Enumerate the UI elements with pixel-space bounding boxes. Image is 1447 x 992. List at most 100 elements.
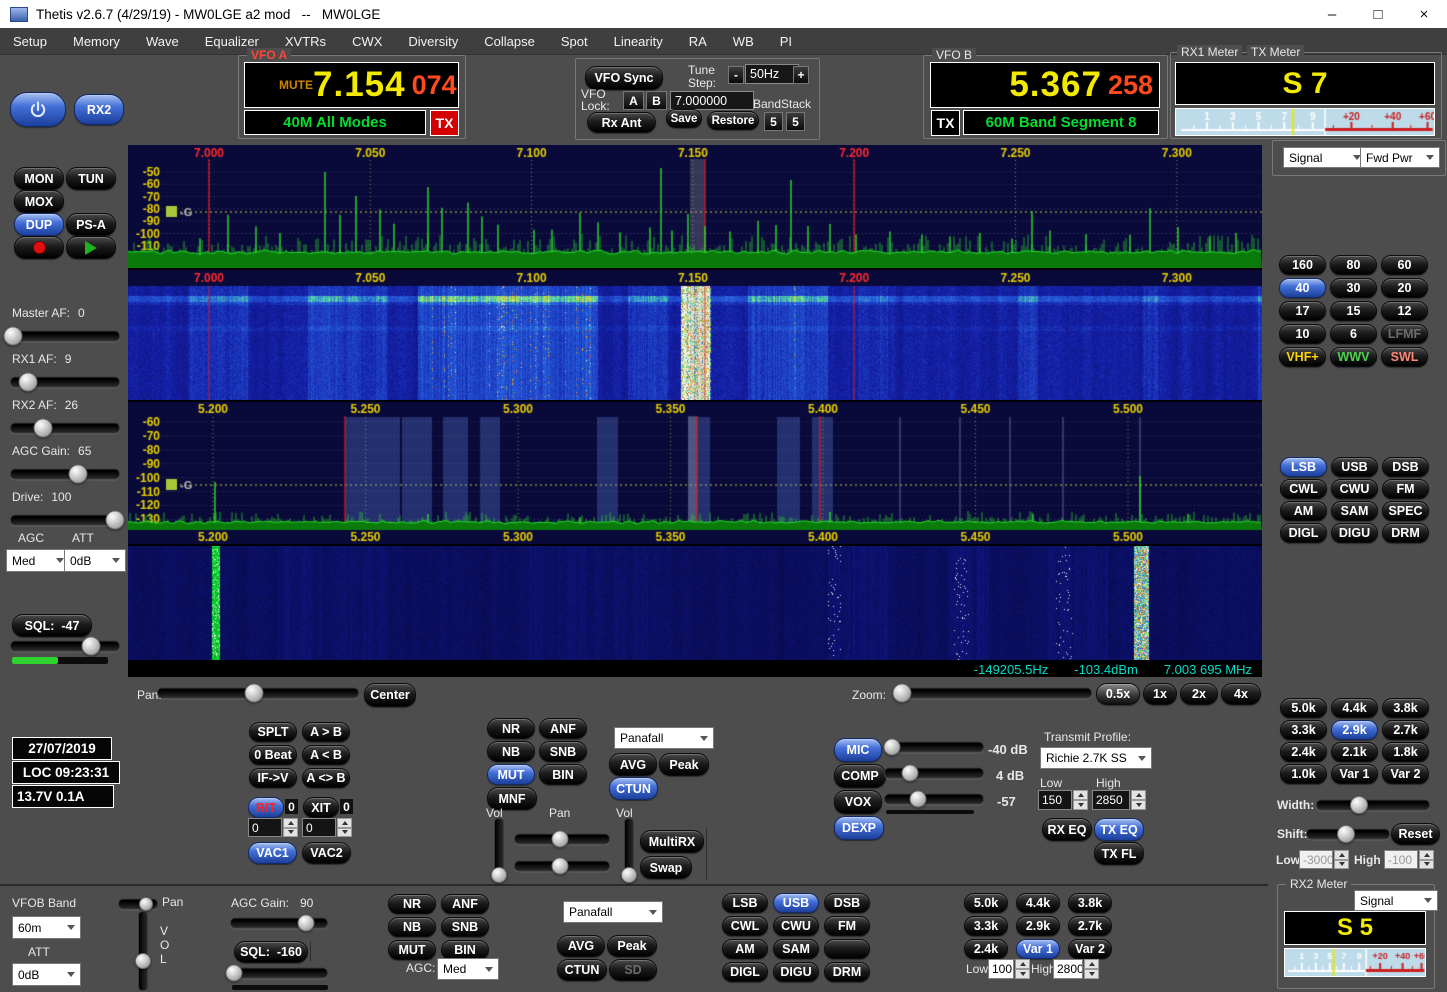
- band-button-17[interactable]: 17: [1279, 301, 1326, 321]
- dsp2-button-nr[interactable]: NR: [388, 894, 436, 914]
- dsp1-button-mut[interactable]: MUT: [487, 764, 535, 785]
- comp-slider[interactable]: [884, 765, 984, 781]
- rx2-power-button[interactable]: RX2: [74, 94, 124, 125]
- xit-button[interactable]: XIT: [303, 797, 339, 818]
- rx1-waterfall[interactable]: [128, 270, 1262, 400]
- menu-item-xvtrs[interactable]: XVTRs: [272, 34, 339, 49]
- rx2-panadapter[interactable]: [128, 402, 1262, 544]
- xit-spinner[interactable]: 0: [302, 818, 352, 837]
- rit-spinner[interactable]: 0: [248, 818, 298, 837]
- menu-item-pi[interactable]: PI: [767, 34, 805, 49]
- dsp2-button-bin[interactable]: BIN: [441, 940, 489, 960]
- agc-select[interactable]: Med: [6, 549, 70, 572]
- tx-high-spinner[interactable]: 2850: [1092, 790, 1146, 810]
- pan-slider[interactable]: [157, 685, 359, 701]
- mode-button-spec[interactable]: SPEC: [1382, 501, 1429, 521]
- play-button[interactable]: [66, 236, 116, 259]
- rit-button[interactable]: RIT: [248, 797, 284, 818]
- rx1-pan-balance-slider-thumb[interactable]: [552, 831, 569, 848]
- psa-button[interactable]: PS-A: [66, 213, 116, 236]
- spinner-arrows-icon[interactable]: [1334, 850, 1349, 869]
- rx1-vol-slider[interactable]: [491, 818, 507, 880]
- rx-eq-button[interactable]: RX EQ: [1042, 818, 1092, 841]
- rx2-vol-slider-thumb[interactable]: [621, 867, 637, 883]
- filter-button-1.8k[interactable]: 1.8k: [1382, 742, 1429, 762]
- filter-button-2.4k[interactable]: 2.4k: [1280, 742, 1327, 762]
- dexp-button[interactable]: DEXP: [834, 816, 884, 840]
- mode-button-cwu[interactable]: CWU: [1331, 479, 1378, 499]
- rx2-low-spinner[interactable]: 100: [988, 959, 1030, 979]
- dsp1-button-snb[interactable]: SNB: [539, 741, 587, 762]
- bandstack-count[interactable]: 5: [764, 112, 783, 131]
- close-button[interactable]: ×: [1401, 0, 1447, 28]
- rx2-high-spinner[interactable]: 2800: [1053, 959, 1099, 979]
- mode-button-cwl[interactable]: CWL: [1280, 479, 1327, 499]
- comp-slider-thumb[interactable]: [902, 765, 919, 782]
- width-slider-thumb[interactable]: [1350, 796, 1368, 814]
- pan-slider-thumb[interactable]: [244, 684, 263, 703]
- vac2-button[interactable]: VAC2: [302, 842, 351, 864]
- menu-item-spot[interactable]: Spot: [548, 34, 601, 49]
- dsp2-button-snb[interactable]: SNB: [441, 917, 489, 937]
- rx2-sql-slider-thumb[interactable]: [225, 965, 242, 982]
- filter-button-1.0k[interactable]: 1.0k: [1280, 764, 1327, 784]
- mode-button-fm[interactable]: FM: [1382, 479, 1429, 499]
- width-slider[interactable]: [1316, 797, 1430, 813]
- filter-button-5.0k[interactable]: 5.0k: [1280, 698, 1327, 718]
- save-button[interactable]: Save: [666, 109, 702, 128]
- restore-button[interactable]: Restore: [707, 111, 759, 130]
- mode2-button-digl[interactable]: DIGL: [722, 962, 768, 982]
- record-button[interactable]: [14, 236, 64, 259]
- dsp2-button-nb[interactable]: NB: [388, 917, 436, 937]
- left-slider-drive-[interactable]: [10, 512, 120, 528]
- band-button-6[interactable]: 6: [1330, 324, 1377, 344]
- rx1-pan-balance-slider-2-thumb[interactable]: [552, 858, 569, 875]
- split-button-a-b[interactable]: A < B: [302, 745, 350, 765]
- rx2-ctun-button[interactable]: CTUN: [557, 959, 607, 981]
- bandstack-index[interactable]: 5: [786, 112, 805, 131]
- mode2-button-sam[interactable]: SAM: [773, 939, 819, 959]
- mode-button-dsb[interactable]: DSB: [1382, 457, 1429, 477]
- sql-slider-thumb[interactable]: [82, 637, 101, 656]
- tx-eq-button[interactable]: TX EQ: [1094, 818, 1144, 841]
- menu-item-memory[interactable]: Memory: [60, 34, 133, 49]
- mode2-button-usb[interactable]: USB: [773, 893, 819, 913]
- band-button-wwv[interactable]: WWV: [1330, 347, 1377, 367]
- menu-item-cwx[interactable]: CWX: [339, 34, 395, 49]
- rx2-avg-button[interactable]: AVG: [557, 935, 605, 957]
- dsp1-button-anf[interactable]: ANF: [539, 718, 587, 739]
- band-button-10[interactable]: 10: [1279, 324, 1326, 344]
- filter2-button-3.8k[interactable]: 3.8k: [1068, 893, 1112, 913]
- band-button-vhf+[interactable]: VHF+: [1279, 347, 1326, 367]
- filter-button-4.4k[interactable]: 4.4k: [1331, 698, 1378, 718]
- filter2-button-var-2[interactable]: Var 2: [1068, 939, 1112, 959]
- menu-item-linearity[interactable]: Linearity: [601, 34, 676, 49]
- filter-high-spinner[interactable]: -100: [1384, 850, 1434, 869]
- att-select[interactable]: 0dB: [64, 549, 126, 572]
- left-slider-agc-gain--thumb[interactable]: [69, 465, 88, 484]
- menu-item-ra[interactable]: RA: [676, 34, 720, 49]
- swap-button[interactable]: Swap: [640, 856, 692, 879]
- mode2-button-blank[interactable]: [824, 939, 870, 959]
- mode-button-usb[interactable]: USB: [1331, 457, 1378, 477]
- mode2-button-drm[interactable]: DRM: [824, 962, 870, 982]
- left-slider-agc-gain-[interactable]: [10, 466, 120, 482]
- tune-step-minus-button[interactable]: -: [728, 66, 744, 84]
- mode2-button-fm[interactable]: FM: [824, 916, 870, 936]
- dsp2-button-anf[interactable]: ANF: [441, 894, 489, 914]
- mode-button-digu[interactable]: DIGU: [1331, 523, 1378, 543]
- rx1-vol-slider-thumb[interactable]: [491, 867, 507, 883]
- vfo-b-frequency-display[interactable]: 5.367 258: [930, 62, 1160, 108]
- filter2-button-4.4k[interactable]: 4.4k: [1016, 893, 1060, 913]
- rx2-meter-mode-select[interactable]: Signal: [1354, 890, 1438, 911]
- dsp1-button-nb[interactable]: NB: [487, 741, 535, 762]
- vfob-pan-slider[interactable]: [118, 896, 158, 912]
- mode2-button-dsb[interactable]: DSB: [824, 893, 870, 913]
- left-slider-rx1-af-[interactable]: [10, 374, 120, 390]
- mode-button-am[interactable]: AM: [1280, 501, 1327, 521]
- menu-item-setup[interactable]: Setup: [0, 34, 60, 49]
- shift-slider-thumb[interactable]: [1337, 825, 1355, 843]
- zoom-slider-thumb[interactable]: [893, 684, 912, 703]
- mode-button-lsb[interactable]: LSB: [1280, 457, 1327, 477]
- vfob-vol-slider[interactable]: [135, 911, 151, 991]
